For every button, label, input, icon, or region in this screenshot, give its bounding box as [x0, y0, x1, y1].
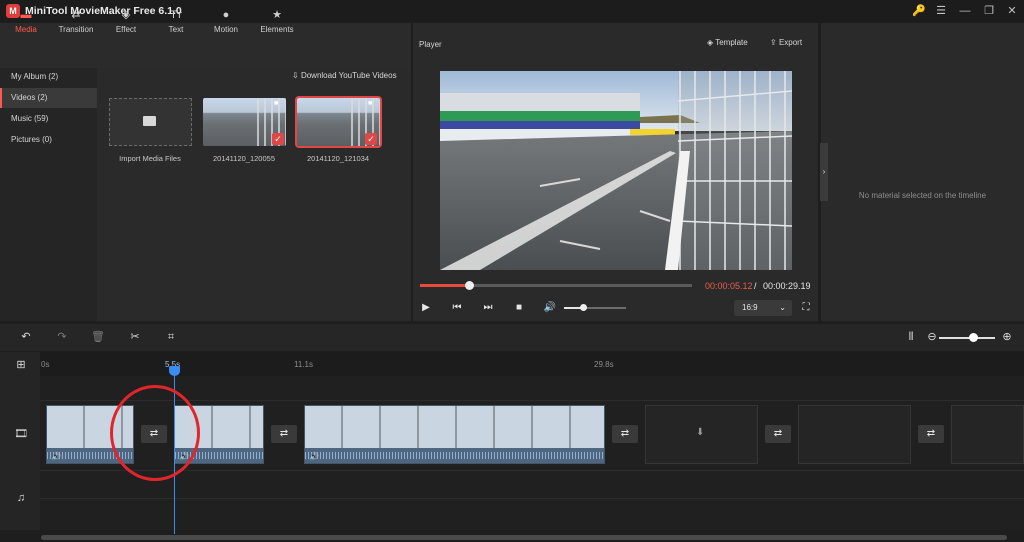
timeline-toolbar — [0, 324, 1024, 351]
media-label-121034: 20141120_121034 — [306, 154, 369, 163]
text-icon: Tт — [170, 9, 182, 21]
effect-icon: ◈ — [121, 9, 131, 21]
play-icon[interactable]: ▶ — [419, 301, 433, 315]
volume-icon[interactable]: 🔊 — [543, 301, 557, 315]
delete-icon[interactable]: 🗑 — [90, 329, 106, 345]
empty-clip-slot[interactable] — [951, 405, 1024, 464]
check-icon: ✓ — [365, 133, 377, 145]
playback-progress-fill — [420, 284, 469, 287]
audio-track-icon: ♫ — [16, 492, 26, 504]
layers-icon: ◈ — [707, 38, 716, 47]
track-separator — [40, 470, 1024, 471]
download-youtube-link[interactable]: ⇩ Download YouTube Videos — [292, 71, 397, 80]
player-title: Player — [419, 40, 442, 49]
add-track-icon[interactable]: ⊞ — [13, 357, 29, 373]
category-my-album[interactable]: My Album (2) — [0, 67, 97, 87]
previous-frame-icon[interactable]: ⏮ — [450, 301, 464, 315]
current-time: 00:00:05.12 — [705, 281, 753, 291]
category-music[interactable]: Music (59) — [0, 109, 97, 129]
volume-handle[interactable] — [579, 304, 587, 311]
time-separator: / — [754, 281, 757, 291]
upload-icon: ⇪ — [770, 38, 779, 47]
video-track-icon: 🎞 — [14, 428, 28, 440]
transition-slot[interactable]: ⇄ — [765, 425, 791, 443]
cloud-download-icon: ⇩ — [292, 71, 301, 80]
category-videos[interactable]: Videos (2) — [0, 88, 97, 108]
playback-progress-handle[interactable] — [464, 281, 474, 290]
video-camera-icon: ■ — [274, 100, 279, 107]
split-icon[interactable]: ✂ — [127, 329, 143, 345]
race-track-frame — [440, 71, 792, 270]
check-icon: ✓ — [272, 133, 284, 145]
menu-icon[interactable]: ☰ — [932, 3, 950, 19]
redo-icon[interactable]: ↷ — [54, 329, 70, 345]
tab-transition[interactable]: ⇄ Transition — [50, 4, 102, 42]
property-panel — [821, 23, 1024, 321]
media-label-120055: 20141120_120055 — [212, 154, 275, 163]
ruler-tick: 29.8s — [594, 360, 614, 369]
timeline-ruler[interactable] — [0, 352, 1024, 376]
empty-clip-slot[interactable] — [798, 405, 911, 464]
speaker-icon[interactable]: 🔊 — [51, 452, 61, 461]
transition-slot[interactable]: ⇄ — [612, 425, 638, 443]
tab-effect[interactable]: ◈ Effect — [100, 4, 152, 42]
video-preview[interactable] — [440, 71, 792, 270]
stop-icon[interactable]: ■ — [512, 301, 526, 315]
chevron-down-icon: ⌄ — [779, 303, 786, 312]
video-clip-3[interactable]: 🔊 — [304, 405, 605, 464]
zoom-slider-handle[interactable] — [968, 333, 978, 342]
tab-text[interactable]: Tт Text — [150, 4, 202, 42]
folder-icon — [143, 116, 156, 126]
restore-button[interactable]: ❐ — [980, 3, 998, 19]
collapse-panel-button[interactable]: › — [820, 143, 828, 201]
playhead-handle[interactable] — [169, 366, 180, 376]
key-icon[interactable]: 🔑 — [910, 3, 928, 19]
close-button[interactable]: ✕ — [1003, 3, 1021, 19]
tab-elements[interactable]: ★ Elements — [251, 4, 303, 42]
zoom-out-icon[interactable]: ⊖ — [924, 329, 940, 345]
transition-slot[interactable]: ⇄ — [918, 425, 944, 443]
ruler-tick: 11.1s — [294, 360, 313, 369]
fullscreen-icon[interactable]: ⛶ — [799, 301, 813, 315]
transition-slot[interactable]: ⇄ — [271, 425, 297, 443]
next-frame-icon[interactable]: ⏭ — [481, 301, 495, 315]
elements-icon: ★ — [272, 9, 282, 21]
template-button[interactable]: ◈ Template — [707, 38, 748, 47]
speaker-icon[interactable]: 🔊 — [309, 452, 319, 461]
zoom-slider-track[interactable] — [939, 337, 995, 339]
video-camera-icon: ■ — [368, 100, 373, 107]
undo-icon[interactable]: ↶ — [18, 329, 34, 345]
media-icon: ▬ — [20, 9, 32, 21]
tab-motion[interactable]: ● Motion — [200, 4, 252, 42]
crop-icon[interactable]: ⌗ — [163, 329, 179, 345]
tab-media[interactable]: ▬ Media — [0, 4, 52, 42]
category-pictures[interactable]: Pictures (0) — [0, 130, 97, 150]
fit-timeline-icon[interactable]: ⦀ — [903, 329, 919, 345]
speaker-icon[interactable]: 🔊 — [179, 452, 189, 461]
aspect-ratio-select[interactable]: 16:9 ⌄ — [734, 300, 792, 316]
download-icon: ⬇ — [696, 427, 705, 438]
ruler-tick: 0s — [41, 360, 50, 369]
export-button[interactable]: ⇪ Export — [770, 38, 802, 47]
empty-properties-message: No material selected on the timeline — [858, 191, 987, 200]
motion-icon: ● — [222, 9, 230, 21]
timeline-scrollbar[interactable] — [41, 535, 1007, 540]
import-media-label: Import Media Files — [119, 154, 181, 163]
track-separator — [40, 498, 1024, 499]
annotation-circle — [110, 385, 200, 481]
total-time: 00:00:29.19 — [763, 281, 811, 291]
transition-icon: ⇄ — [71, 9, 81, 21]
minimize-button[interactable]: — — [956, 3, 974, 19]
zoom-in-icon[interactable]: ⊕ — [999, 329, 1015, 345]
